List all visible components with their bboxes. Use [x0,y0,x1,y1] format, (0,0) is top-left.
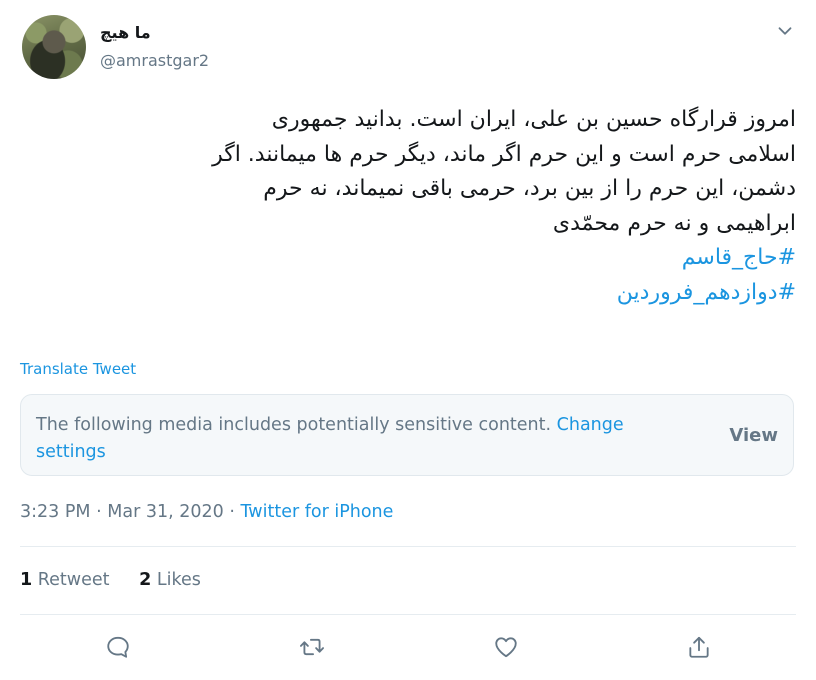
like-button[interactable] [491,632,521,662]
reply-icon [107,636,129,658]
tweet-meta: 3:23 PM · Mar 31, 2020 · Twitter for iPh… [20,502,393,522]
chevron-down-icon[interactable] [774,20,796,42]
tweet-line: امروز قرارگاه حسین بن علی، ایران است. بد… [271,107,796,132]
tweet-source-link[interactable]: Twitter for iPhone [241,502,394,522]
display-name[interactable]: ما هیچ [100,23,151,42]
retweet-count: 1 [20,570,33,590]
tweet-time[interactable]: 3:23 PM [20,502,91,522]
meta-separator: · [96,502,102,522]
tweet-text: امروز قرارگاه حسین بن علی، ایران است. بد… [20,103,796,310]
hashtag-link[interactable]: #دوازدهم_فروردین [617,280,796,305]
retweet-label: Retweet [37,570,110,590]
like-stat[interactable]: 2 Likes [139,570,201,590]
meta-separator: · [229,502,235,522]
sensitive-message-text: The following media includes potentially… [36,415,552,435]
sensitive-message: The following media includes potentially… [36,412,696,466]
divider [20,614,796,615]
avatar[interactable] [22,15,86,79]
like-label: Likes [156,570,201,590]
translate-tweet-link[interactable]: Translate Tweet [20,360,136,378]
tweet-date[interactable]: Mar 31, 2020 [107,502,224,522]
divider [20,546,796,547]
heart-icon [495,637,517,658]
retweet-button[interactable] [297,632,327,662]
view-button[interactable]: View [729,425,778,446]
tweet-line: دشمن، این حرم را از بین برد، حرمی باقی ن… [263,176,796,201]
retweet-icon [300,638,324,656]
like-count: 2 [139,570,152,590]
sensitive-media-warning: The following media includes potentially… [20,394,794,476]
tweet-line: اسلامی حرم است و این حرم اگر ماند، دیگر … [212,141,796,167]
retweet-stat[interactable]: 1 Retweet [20,570,109,590]
reply-button[interactable] [103,632,133,662]
tweet-stats: 1 Retweet 2 Likes [20,570,225,590]
user-handle[interactable]: @amrastgar2 [100,51,209,70]
share-button[interactable] [684,632,714,662]
hashtag-link[interactable]: #حاج_قاسم [682,245,796,270]
share-icon [689,636,709,658]
tweet-line: ابراهیمی و نه حرم محمّدی [552,210,796,236]
